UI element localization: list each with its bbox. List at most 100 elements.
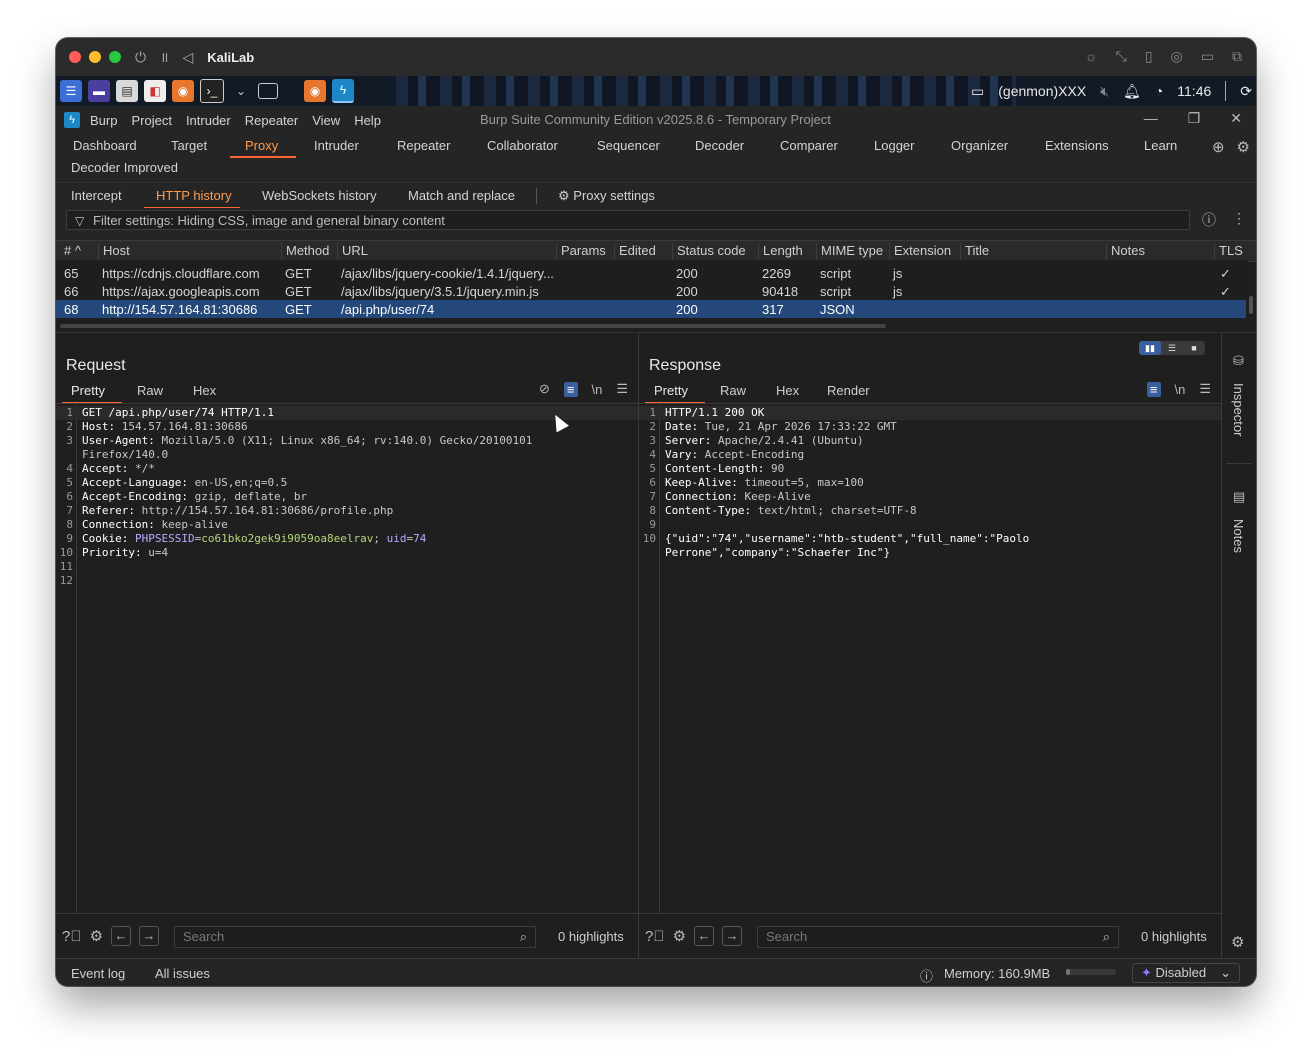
tab-pretty[interactable]: Pretty [71, 383, 105, 398]
menu-view[interactable]: View [312, 113, 340, 128]
col-title[interactable]: Title [960, 243, 1106, 261]
col-notes[interactable]: Notes [1106, 243, 1214, 261]
logout-icon[interactable]: ⟳ [1240, 83, 1252, 100]
tab-extensions[interactable]: Extensions [1045, 138, 1109, 153]
next-button[interactable]: → [722, 926, 743, 946]
search-icon[interactable]: ⌕ [1103, 927, 1110, 947]
help-icon[interactable]: ?⃝ [645, 928, 665, 945]
notes-tab[interactable]: Notes [1231, 519, 1246, 553]
table-row[interactable]: 65 https://cdnjs.cloudflare.com GET /aja… [56, 264, 1246, 282]
more-icon[interactable]: ⋮ [1232, 210, 1246, 230]
usb-icon[interactable]: ▯ [1145, 48, 1153, 65]
col-number[interactable]: # ^ [60, 243, 100, 261]
split-vertical-icon[interactable]: ☰ [1161, 341, 1183, 355]
minimize-icon[interactable]: — [1144, 110, 1158, 127]
notes-icon[interactable]: ▤ [1233, 489, 1245, 505]
tab-logger[interactable]: Logger [874, 138, 914, 153]
power-icon[interactable]: ⏻ [135, 49, 146, 66]
next-button[interactable]: → [139, 926, 160, 946]
all-issues-button[interactable]: All issues [155, 966, 210, 981]
gear-icon[interactable]: ⚙ [673, 927, 686, 945]
minimize-window-button[interactable] [89, 51, 101, 63]
tab-decoder-improved[interactable]: Decoder Improved [71, 160, 178, 175]
close-icon[interactable]: ✕ [1230, 110, 1242, 127]
tab-pretty[interactable]: Pretty [654, 383, 688, 398]
tab-intruder[interactable]: Intruder [314, 138, 359, 153]
tab-hex[interactable]: Hex [193, 383, 216, 398]
subtab-intercept[interactable]: Intercept [71, 188, 122, 203]
tab-comparer[interactable]: Comparer [780, 138, 838, 153]
document-icon[interactable]: ◧ [144, 80, 166, 102]
vertical-scrollbar[interactable] [1249, 296, 1253, 314]
network-icon[interactable]: ◎ [1171, 48, 1183, 65]
previous-button[interactable]: ← [694, 926, 715, 946]
tab-dashboard[interactable]: Dashboard [73, 138, 137, 153]
col-params[interactable]: Params [556, 243, 614, 261]
col-method[interactable]: Method [281, 243, 337, 261]
horizontal-scrollbar[interactable] [60, 324, 886, 328]
mute-icon[interactable]: 🔇︎ [1100, 83, 1109, 100]
response-editor[interactable]: 1 HTTP/1.1 200 OK 2 Date: Tue, 21 Apr 2026… [639, 403, 1221, 914]
firefox-icon[interactable]: ◉ [172, 80, 194, 102]
subtab-websockets-history[interactable]: WebSockets history [262, 188, 377, 203]
gear-icon[interactable]: ⚙ [90, 927, 103, 945]
tab-repeater[interactable]: Repeater [397, 138, 450, 153]
brightness-icon[interactable]: ☼ [1085, 48, 1098, 65]
col-mime-type[interactable]: MIME type [816, 243, 889, 261]
firefox-task-icon[interactable]: ◉ [304, 80, 326, 102]
tab-sequencer[interactable]: Sequencer [597, 138, 660, 153]
resize-icon[interactable]: ⤡ [1116, 48, 1127, 65]
chevron-down-icon[interactable]: ⌄ [230, 80, 252, 102]
menu-burp[interactable]: Burp [90, 113, 117, 128]
request-editor[interactable]: 1 GET /api.php/user/74 HTTP/1.1 2 Host: 15… [56, 403, 638, 914]
menu-icon[interactable]: ☰ [616, 381, 628, 397]
col-url[interactable]: URL [337, 243, 557, 261]
window-icon[interactable] [258, 83, 278, 99]
table-row-selected[interactable]: 68 http://154.57.164.81:30686 GET /api.p… [56, 300, 1246, 318]
col-length[interactable]: Length [758, 243, 816, 261]
single-pane-icon[interactable]: ■ [1183, 341, 1205, 355]
col-extension[interactable]: Extension [889, 243, 960, 261]
newline-icon[interactable]: \n [592, 382, 603, 397]
restore-icon[interactable]: ❐ [1188, 110, 1201, 127]
help-icon[interactable]: ⓘ [1202, 210, 1216, 230]
request-search-input[interactable]: Search ⌕ [174, 926, 536, 948]
burp-task-icon[interactable]: ϟ [332, 79, 354, 103]
col-status-code[interactable]: Status code [672, 243, 758, 261]
folder-icon[interactable]: ▭ [1201, 48, 1214, 65]
pause-icon[interactable]: ॥ [160, 48, 168, 67]
search-icon[interactable]: ⌕ [520, 927, 527, 947]
menu-intruder[interactable]: Intruder [186, 113, 231, 128]
menu-help[interactable]: Help [354, 113, 381, 128]
event-log-button[interactable]: Event log [71, 966, 125, 981]
subtab-http-history[interactable]: HTTP history [156, 188, 232, 203]
inspector-icon[interactable]: ⛁ [1233, 353, 1244, 369]
tab-hex[interactable]: Hex [776, 383, 799, 398]
gear-icon[interactable]: ⚙ [1231, 933, 1244, 951]
back-icon[interactable]: ◁ [182, 49, 193, 66]
filter-settings-field[interactable]: ▽ Filter settings: Hiding CSS, image and… [66, 210, 1190, 230]
response-search-input[interactable]: Search ⌕ [757, 926, 1119, 948]
tab-collaborator[interactable]: Collaborator [487, 138, 558, 153]
monitor-icon[interactable]: ▭ [971, 83, 984, 100]
col-edited[interactable]: Edited [614, 243, 672, 261]
files-icon[interactable]: ▤ [116, 80, 138, 102]
subtab-match-and-replace[interactable]: Match and replace [408, 188, 515, 203]
proxy-settings-button[interactable]: ⚙ Proxy settings [558, 188, 655, 204]
col-host[interactable]: Host [98, 243, 281, 261]
newline-icon[interactable]: \n [1175, 382, 1186, 397]
close-window-button[interactable] [69, 51, 81, 63]
zoom-window-button[interactable] [109, 51, 121, 63]
split-horizontal-icon[interactable]: ▮▮ [1139, 341, 1161, 355]
workspace-icon[interactable]: ▬ [88, 80, 110, 102]
ai-toggle-dropdown[interactable]: ✦ Disabled ⌄ [1132, 963, 1240, 983]
hide-icon[interactable]: ⊘ [539, 381, 550, 397]
terminal-icon[interactable]: ›_ [200, 79, 224, 103]
globe-icon[interactable]: ⊕ [1212, 138, 1225, 156]
tab-proxy[interactable]: Proxy [245, 138, 278, 153]
tab-raw[interactable]: Raw [137, 383, 163, 398]
tab-organizer[interactable]: Organizer [951, 138, 1008, 153]
menu-icon[interactable]: ☰ [1199, 381, 1211, 397]
inspector-tab[interactable]: Inspector [1231, 383, 1246, 436]
wrap-icon[interactable]: ≡ [563, 381, 578, 397]
